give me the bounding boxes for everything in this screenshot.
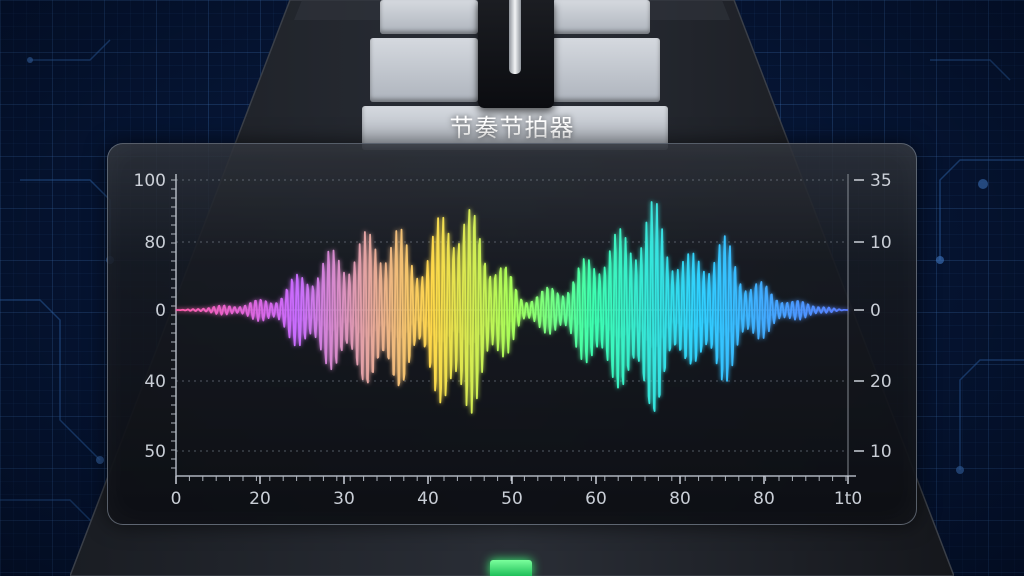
x-tick-label: 80 [669,489,691,509]
x-tick-label: 20 [249,489,271,509]
x-tick-label: 60 [585,489,607,509]
top-key-left [380,0,478,34]
waveform-chart: 10080040503510020100 20 30 40 50 60 80 80 1t0 [134,171,892,509]
x-tick-label: 40 [417,489,439,509]
y-left-tick-label: 100 [134,171,166,191]
app-title: 节奏节拍器 [449,114,575,142]
middle-key-left [370,38,478,102]
metronome-pendulum-icon[interactable] [509,0,521,74]
y-right-tick-label: 20 [870,372,892,392]
y-left-tick-label: 50 [144,442,166,462]
y-left-tick-label: 40 [144,372,166,392]
green-led-icon [490,560,532,576]
y-right-tick-label: 10 [870,442,892,462]
x-tick-label: 1t0 [834,489,862,509]
x-tick-label: 30 [333,489,355,509]
y-left-tick-label: 0 [155,301,166,321]
y-right-tick-label: 0 [870,301,881,321]
x-tick-label: 50 [501,489,523,509]
top-key-right [552,0,650,34]
y-right-tick-label: 10 [870,233,892,253]
y-left-tick-label: 80 [144,233,166,253]
tick-labels: 10080040503510020100 20 30 40 50 60 80 80 1t0 [134,171,892,509]
y-right-tick-label: 35 [870,171,892,191]
waveform-display-screen: 100 80 0 40 50 35 10 0 20 10 0 20 30 40 50 60 80 80 1t0 [107,143,917,525]
middle-key-right [552,38,660,102]
x-tick-label: 80 [753,489,775,509]
x-tick-label: 0 [171,489,182,509]
